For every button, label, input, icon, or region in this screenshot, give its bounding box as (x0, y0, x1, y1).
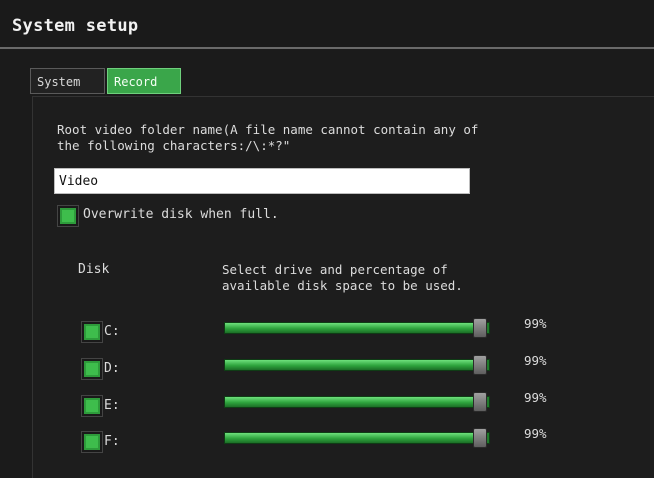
drive-c-label: C: (104, 324, 120, 339)
drive-e-slider[interactable] (224, 392, 490, 412)
drive-c-slider-thumb[interactable] (473, 318, 487, 338)
drive-e-slider-fill (225, 397, 486, 407)
drive-f-percent: 99% (524, 426, 547, 441)
drive-d-label: D: (104, 361, 120, 376)
drive-f-slider[interactable] (224, 428, 490, 448)
window-title: System setup (12, 16, 139, 36)
folder-name-input[interactable] (54, 168, 470, 194)
drive-d-checkbox[interactable] (81, 358, 103, 380)
folder-name-description: Root video folder name(A file name canno… (57, 122, 479, 153)
drive-c-checkbox[interactable] (81, 321, 103, 343)
drive-f-slider-fill (225, 433, 486, 443)
disk-column-header: Disk (78, 262, 110, 277)
drive-c-slider-fill (225, 323, 486, 333)
drive-f-label: F: (104, 434, 120, 449)
drive-f-slider-thumb[interactable] (473, 428, 487, 448)
overwrite-checkbox[interactable] (57, 205, 79, 227)
drive-c-slider[interactable] (224, 318, 490, 338)
drive-d-slider-thumb[interactable] (473, 355, 487, 375)
drive-e-label: E: (104, 398, 120, 413)
title-bar: System setup (0, 0, 654, 49)
overwrite-label: Overwrite disk when full. (83, 207, 279, 222)
drive-d-slider[interactable] (224, 355, 490, 375)
drive-e-slider-thumb[interactable] (473, 392, 487, 412)
tab-record[interactable]: Record (107, 68, 181, 94)
drive-c-percent: 99% (524, 316, 547, 331)
drive-select-header: Select drive and percentage of available… (222, 262, 463, 293)
drive-e-checkbox[interactable] (81, 395, 103, 417)
drive-d-percent: 99% (524, 353, 547, 368)
title-divider (0, 47, 654, 49)
drive-f-checkbox[interactable] (81, 431, 103, 453)
drive-d-slider-fill (225, 360, 486, 370)
tab-system[interactable]: System (30, 68, 105, 94)
drive-e-percent: 99% (524, 390, 547, 405)
